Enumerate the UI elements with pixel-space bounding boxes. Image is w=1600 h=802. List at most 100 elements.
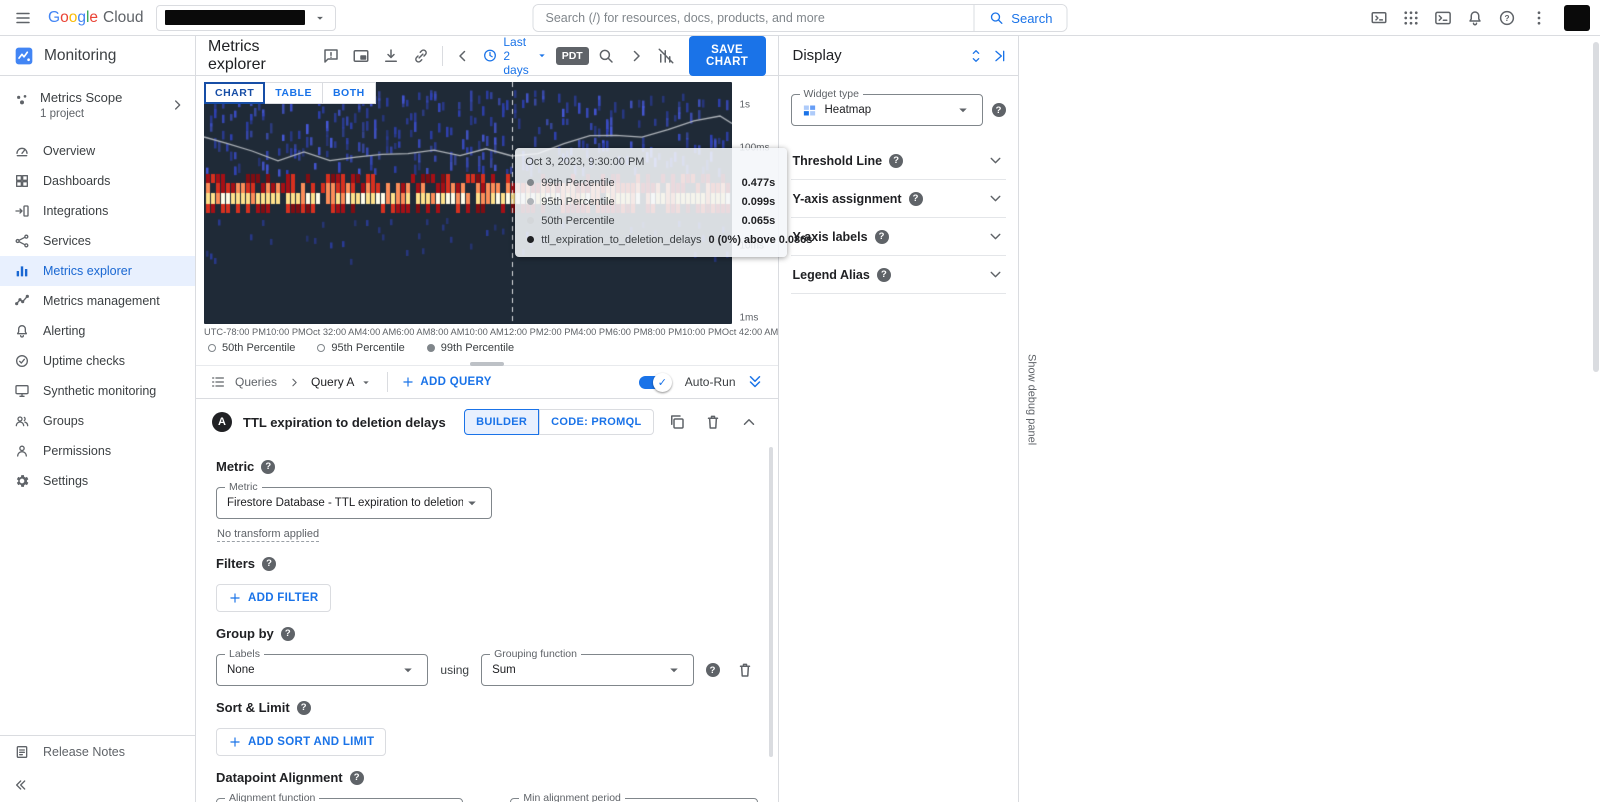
time-back-button[interactable] <box>450 43 476 69</box>
display-panel-header: Display <box>779 36 1018 76</box>
pip-button[interactable] <box>348 43 374 69</box>
save-chart-button[interactable]: SAVE CHART <box>689 36 766 76</box>
metrics-management-icon <box>14 293 30 309</box>
time-forward-button[interactable] <box>623 43 649 69</box>
legend-item[interactable]: 50th Percentile <box>208 342 295 354</box>
tab-chart[interactable]: CHART <box>204 82 265 104</box>
heatmap-icon <box>802 103 817 118</box>
queries-label[interactable]: Queries <box>235 375 277 389</box>
sidebar-item-overview[interactable]: Overview <box>0 136 195 166</box>
feedback-button[interactable] <box>318 43 344 69</box>
uptime-checks-icon <box>14 353 30 369</box>
legend-marker <box>208 344 216 352</box>
builder-tab[interactable]: BUILDER <box>464 409 539 435</box>
remove-group-by-button[interactable] <box>732 657 758 683</box>
display-section-legend-alias[interactable]: Legend Alias? <box>791 256 1006 294</box>
code-promql-tab[interactable]: CODE: PROMQL <box>539 409 653 435</box>
chevron-right-icon <box>627 47 645 65</box>
more-button[interactable] <box>1526 5 1552 31</box>
help-button[interactable]: ? <box>1494 5 1520 31</box>
sidebar-item-label: Settings <box>43 474 88 488</box>
sidebar-item-permissions[interactable]: Permissions <box>0 436 195 466</box>
sidebar-item-integrations[interactable]: Integrations <box>0 196 195 226</box>
sidebar-item-services[interactable]: Services <box>0 226 195 256</box>
help-icon[interactable]: ? <box>281 627 295 641</box>
datapoint-alignment-heading: Datapoint Alignment? <box>216 770 758 785</box>
transform-note[interactable]: No transform applied <box>217 528 319 542</box>
help-icon[interactable]: ? <box>350 771 364 785</box>
show-debug-panel-button[interactable]: Show debug panel <box>1026 354 1038 445</box>
apps-button[interactable] <box>1398 5 1424 31</box>
search-button[interactable]: Search <box>973 5 1066 31</box>
tab-both[interactable]: BOTH <box>323 82 376 104</box>
toggle-chart-elements-button[interactable] <box>653 43 679 69</box>
help-icon[interactable]: ? <box>706 663 720 677</box>
collapse-sidebar-icon[interactable] <box>12 777 28 793</box>
chevron-down-icon <box>954 101 972 119</box>
synthetic-monitoring-icon <box>14 383 30 399</box>
logo-cloud-text: Cloud <box>103 9 144 27</box>
min-alignment-period-field[interactable]: Min alignment period 1m ? <box>510 798 757 802</box>
help-icon[interactable]: ? <box>262 557 276 571</box>
widget-type-dropdown[interactable]: Widget type Heatmap <box>791 94 983 126</box>
sidebar-item-synthetic-monitoring[interactable]: Synthetic monitoring <box>0 376 195 406</box>
duplicate-query-button[interactable] <box>664 409 690 435</box>
metrics-scope-selector[interactable]: Metrics Scope 1 project <box>0 76 195 126</box>
help-icon[interactable]: ? <box>992 103 1006 117</box>
display-section-y-axis-labels[interactable]: Y-axis labels? <box>791 218 1006 256</box>
metric-dropdown[interactable]: Metric Firestore Database - TTL expirati… <box>216 487 492 519</box>
add-sort-limit-button[interactable]: ADD SORT AND LIMIT <box>216 728 386 756</box>
cloud-shell-button[interactable] <box>1430 5 1456 31</box>
collapse-panel-icon[interactable] <box>992 48 1008 64</box>
sidebar-item-settings[interactable]: Settings <box>0 466 195 496</box>
zoom-button[interactable] <box>593 43 619 69</box>
time-range-selector[interactable]: Last 2 days <box>480 35 551 77</box>
sidebar-item-uptime-checks[interactable]: Uptime checks <box>0 346 195 376</box>
page-scrollbar[interactable] <box>1593 42 1599 372</box>
sidebar-item-alerting[interactable]: Alerting <box>0 316 195 346</box>
help-icon[interactable]: ? <box>297 701 311 715</box>
query-builder-form: Metric? Metric Firestore Database - TTL … <box>196 443 778 802</box>
display-section-y-axis-assignment[interactable]: Y-axis assignment? <box>791 180 1006 218</box>
sidebar-item-metrics-explorer[interactable]: Metrics explorer <box>0 256 195 286</box>
x-axis-tick: 6:00 AM <box>396 327 430 337</box>
menu-button[interactable] <box>10 5 36 31</box>
sidebar-item-dashboards[interactable]: Dashboards <box>0 166 195 196</box>
notifications-button[interactable] <box>1462 5 1488 31</box>
sidebar-item-metrics-management[interactable]: Metrics management <box>0 286 195 316</box>
tab-table[interactable]: TABLE <box>265 82 323 104</box>
clock-icon <box>482 48 498 63</box>
query-name-selector[interactable]: Query A <box>311 375 374 389</box>
chart-view-tabs: CHART TABLE BOTH <box>204 82 376 104</box>
sidebar-item-groups[interactable]: Groups <box>0 406 195 436</box>
add-filter-button[interactable]: ADD FILTER <box>216 584 331 612</box>
auto-run-toggle[interactable]: ✓ <box>639 376 669 389</box>
console-button[interactable] <box>1366 5 1392 31</box>
collapse-queries-icon[interactable] <box>746 373 764 391</box>
resize-handle[interactable] <box>470 362 504 366</box>
download-button[interactable] <box>378 43 404 69</box>
query-card-header: A TTL expiration to deletion delays BUIL… <box>196 399 778 443</box>
collapse-query-button[interactable] <box>736 409 762 435</box>
help-icon[interactable]: ? <box>261 460 275 474</box>
project-selector[interactable] <box>156 5 336 31</box>
display-section-threshold-line[interactable]: Threshold Line? <box>791 142 1006 180</box>
search-input[interactable] <box>534 5 974 31</box>
legend-item[interactable]: 99th Percentile <box>427 342 514 354</box>
add-query-button[interactable]: ADD QUERY <box>401 375 491 389</box>
copy-link-button[interactable] <box>408 43 434 69</box>
grouping-function-dropdown[interactable]: Grouping function Sum <box>481 654 693 686</box>
form-scrollbar[interactable] <box>769 447 773 757</box>
delete-query-button[interactable] <box>700 409 726 435</box>
timezone-chip[interactable]: PDT <box>556 47 589 65</box>
legend-item[interactable]: 95th Percentile <box>317 342 404 354</box>
expand-sections-icon[interactable] <box>968 48 984 64</box>
avatar[interactable] <box>1564 5 1590 31</box>
chevron-down-icon <box>987 266 1004 283</box>
x-axis-tick: 10:00 PM <box>682 327 722 337</box>
google-cloud-logo[interactable]: Google Cloud <box>48 9 144 27</box>
group-by-labels-dropdown[interactable]: Labels None <box>216 654 428 686</box>
alignment-function-dropdown[interactable]: Alignment function Delta <box>216 798 463 802</box>
release-notes-link[interactable]: Release Notes <box>0 736 195 768</box>
topbar-actions: ? <box>1366 5 1590 31</box>
